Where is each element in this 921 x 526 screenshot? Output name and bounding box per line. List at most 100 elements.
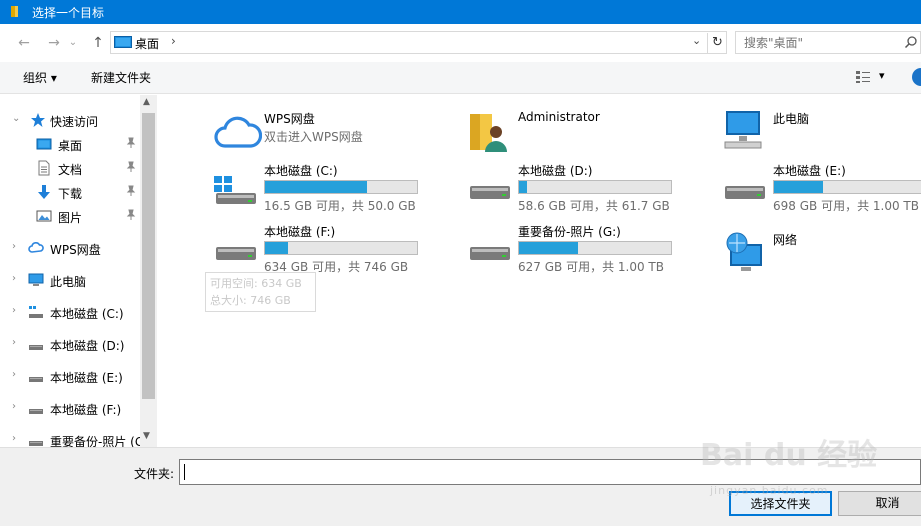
sidebar-item-this-pc[interactable]: › 此电脑 — [0, 269, 140, 291]
sidebar-item-label: 本地磁盘 (D:) — [50, 339, 125, 353]
scroll-down-icon[interactable]: ▼ — [143, 431, 150, 441]
sidebar-item-label: 文档 — [58, 163, 83, 177]
star-icon — [31, 113, 45, 127]
pin-icon[interactable] — [126, 185, 136, 197]
folder-icon — [11, 6, 18, 17]
item-name: 本地磁盘 (C:) — [264, 164, 338, 178]
item-name: WPS网盘 — [264, 112, 315, 126]
sidebar-item-pictures[interactable]: 图片 — [0, 205, 140, 227]
item-disk-d[interactable]: 本地磁盘 (D:) 58.6 GB 可用，共 61.7 GB — [466, 162, 686, 213]
cancel-button[interactable]: 取消 — [838, 491, 921, 516]
usage-bar — [518, 180, 672, 194]
expand-chevron-icon[interactable]: › — [12, 337, 16, 348]
sidebar-item-wps-cloud[interactable]: › WPS网盘 — [0, 237, 140, 259]
sidebar-item-label: 重要备份-照片 (G: — [50, 435, 149, 447]
item-disk-g[interactable]: 重要备份-照片 (G:) 627 GB 可用，共 1.00 TB — [466, 223, 686, 274]
system-drive-icon — [29, 306, 43, 318]
sidebar-item-label: 此电脑 — [50, 275, 87, 289]
title-bar: 选择一个目标 — [0, 0, 921, 24]
help-icon[interactable] — [912, 68, 921, 86]
computer-icon — [724, 111, 762, 149]
address-dropdown-icon[interactable]: ⌄ — [692, 34, 701, 47]
sidebar-item-downloads[interactable]: 下载 — [0, 181, 140, 203]
item-name: 重要备份-照片 (G:) — [518, 225, 621, 239]
sidebar-scrollbar[interactable]: ▲ ▼ — [140, 95, 157, 447]
address-row: ← → ⌄ ↑ 桌面 › ⌄ ↻ — [0, 24, 921, 62]
item-disk-c[interactable]: 本地磁盘 (C:) 16.5 GB 可用，共 50.0 GB — [212, 162, 432, 213]
sidebar-item-label: 图片 — [58, 211, 83, 225]
search-box[interactable] — [735, 31, 921, 54]
sidebar-item-label: 快速访问 — [50, 115, 99, 129]
sidebar-item-desktop[interactable]: 桌面 — [0, 133, 140, 155]
drive-icon — [29, 345, 43, 350]
item-administrator[interactable]: Administrator — [466, 110, 666, 160]
text-caret — [184, 464, 185, 480]
item-disk-f[interactable]: 本地磁盘 (F:) 634 GB 可用，共 746 GB — [212, 223, 432, 274]
sidebar-item-label: WPS网盘 — [50, 243, 101, 257]
expand-chevron-icon[interactable]: ⌄ — [12, 113, 20, 124]
expand-chevron-icon[interactable]: › — [12, 433, 16, 444]
cloud-icon — [28, 242, 44, 253]
drive-icon — [216, 247, 256, 260]
breadcrumb-desktop[interactable]: 桌面 — [135, 35, 159, 52]
command-toolbar: 组织 ▾ 新建文件夹 ▾ — [0, 62, 921, 94]
search-input[interactable] — [736, 32, 896, 53]
view-dropdown-icon[interactable]: ▾ — [879, 69, 885, 82]
organize-button[interactable]: 组织 ▾ — [23, 69, 57, 86]
refresh-button[interactable]: ↻ — [707, 33, 727, 53]
sidebar-item-disk-c[interactable]: › 本地磁盘 (C:) — [0, 301, 140, 323]
item-this-pc[interactable]: 此电脑 — [721, 110, 921, 160]
expand-chevron-icon[interactable]: › — [12, 305, 16, 316]
search-icon[interactable] — [904, 35, 918, 49]
address-bar[interactable]: 桌面 › ⌄ ↻ — [110, 31, 727, 54]
drive-icon — [29, 377, 43, 382]
network-icon — [726, 232, 762, 271]
navigation-pane: ⌄ 快速访问 桌面 文档 下载 图片 › WPS网盘 › 此电脑 › 本地磁盘 … — [0, 95, 157, 447]
content-pane: WPS网盘 双击进入WPS网盘 Administrator 此电脑 本地磁盘 (… — [158, 95, 921, 447]
sidebar-item-quick-access[interactable]: ⌄ 快速访问 — [0, 109, 140, 131]
sidebar-item-label: 本地磁盘 (C:) — [50, 307, 124, 321]
pin-icon[interactable] — [126, 209, 136, 221]
recent-locations-button[interactable]: ⌄ — [66, 33, 80, 53]
sidebar-item-disk-f[interactable]: › 本地磁盘 (F:) — [0, 397, 140, 419]
expand-chevron-icon[interactable]: › — [12, 369, 16, 380]
usage-bar — [773, 180, 921, 194]
scrollbar-thumb[interactable] — [142, 113, 155, 399]
download-arrow-icon — [38, 185, 50, 199]
breadcrumb-chevron-icon[interactable]: › — [171, 34, 176, 48]
usage-bar — [264, 241, 418, 255]
item-disk-e[interactable]: 本地磁盘 (E:) 698 GB 可用，共 1.00 TB — [721, 162, 921, 213]
desktop-icon — [36, 138, 52, 150]
drive-icon — [29, 441, 43, 446]
sidebar-item-label: 桌面 — [58, 139, 83, 153]
sidebar-item-disk-d[interactable]: › 本地磁盘 (D:) — [0, 333, 140, 355]
sidebar-item-label: 本地磁盘 (F:) — [50, 403, 122, 417]
item-wps-cloud[interactable]: WPS网盘 双击进入WPS网盘 — [212, 110, 432, 160]
scroll-up-icon[interactable]: ▲ — [143, 97, 150, 107]
new-folder-button[interactable]: 新建文件夹 — [91, 69, 151, 86]
tooltip-free-space: 可用空间: 634 GB — [210, 277, 302, 290]
sidebar-item-disk-g[interactable]: › 重要备份-照片 (G: — [0, 429, 148, 447]
up-button[interactable]: ↑ — [88, 33, 108, 53]
item-free-space: 58.6 GB 可用，共 61.7 GB — [518, 199, 670, 213]
expand-chevron-icon[interactable]: › — [12, 273, 16, 284]
pin-icon[interactable] — [126, 137, 136, 149]
usage-bar — [264, 180, 418, 194]
tooltip-total-size: 总大小: 746 GB — [210, 294, 291, 307]
drive-icon — [725, 186, 765, 199]
item-network[interactable]: 网络 — [721, 231, 921, 281]
back-button[interactable]: ← — [14, 33, 34, 53]
usage-bar-fill — [519, 181, 527, 193]
pin-icon[interactable] — [126, 161, 136, 173]
usage-bar-fill — [519, 242, 579, 254]
usage-bar-fill — [265, 181, 367, 193]
item-free-space: 698 GB 可用，共 1.00 TB — [773, 199, 919, 213]
user-folder-icon — [470, 114, 507, 152]
sidebar-item-disk-e[interactable]: › 本地磁盘 (E:) — [0, 365, 140, 387]
sidebar-item-documents[interactable]: 文档 — [0, 157, 140, 179]
expand-chevron-icon[interactable]: › — [12, 241, 16, 252]
expand-chevron-icon[interactable]: › — [12, 401, 16, 412]
change-view-button[interactable]: ▾ — [855, 69, 891, 87]
forward-button[interactable]: → — [44, 33, 64, 53]
drive-icon — [470, 247, 510, 260]
